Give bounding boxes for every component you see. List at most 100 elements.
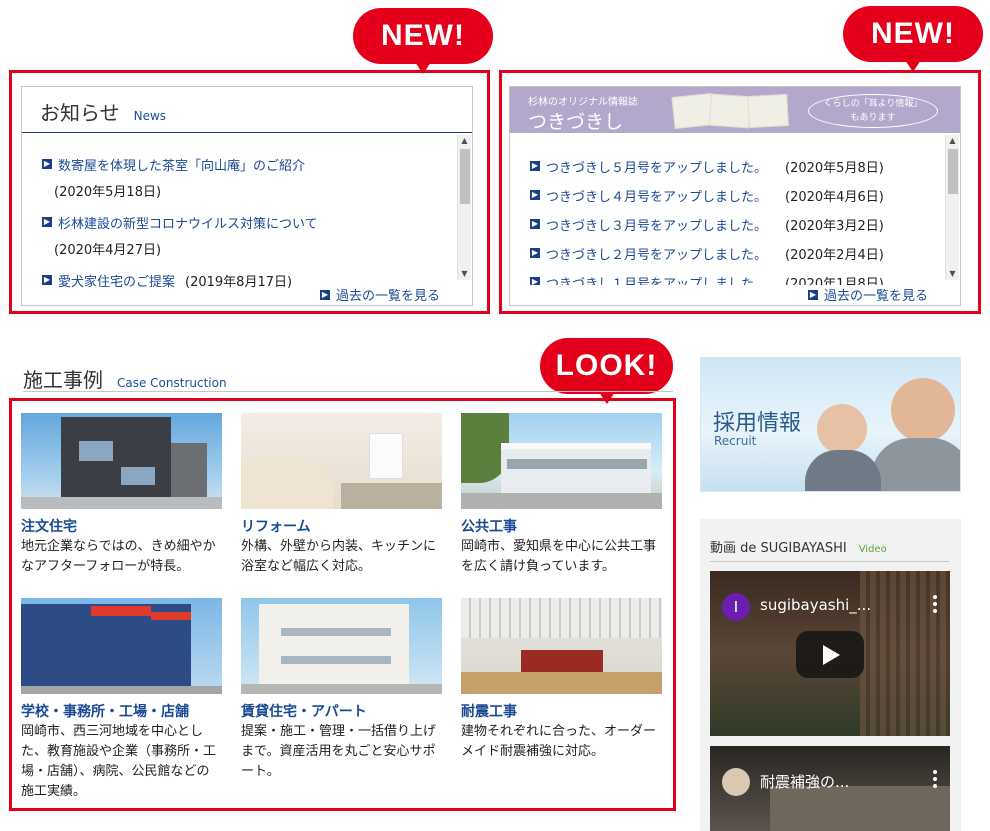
recruit-banner[interactable]: 採用情報 Recruit <box>700 357 961 492</box>
person-image <box>805 450 881 491</box>
video-title: 動画 de SUGIBAYASHI <box>710 541 847 556</box>
new-badge: NEW! <box>843 6 983 72</box>
case-card-rental-housing[interactable]: 賃貸住宅・アパート 提案・施工・管理・一括借り上げまで。資産活用を丸ごと安心サポ… <box>241 598 442 782</box>
case-image[interactable] <box>21 598 222 694</box>
case-title: 施工事例 <box>23 368 103 392</box>
case-title[interactable]: 賃貸住宅・アパート <box>241 701 442 721</box>
tsukizukishi-link[interactable]: つきづきし２月号をアップしました。 <box>546 244 767 263</box>
scroll-down-icon[interactable]: ▼ <box>946 268 959 280</box>
tsukizukishi-subtitle: 杉林のオリジナル情報誌 <box>528 97 638 108</box>
section-divider <box>23 391 673 392</box>
arrow-right-icon: ▶ <box>530 248 540 258</box>
case-card-public-works[interactable]: 公共工事 岡崎市、愛知県を中心に公共工事を広く請け負っています。 <box>461 413 662 577</box>
list-item[interactable]: ▶ 数寄屋を体現した茶室「向山庵」のご紹介 <box>42 155 452 174</box>
tsukizukishi-link[interactable]: つきづきし５月号をアップしました。 <box>546 157 767 176</box>
person-image <box>817 404 867 454</box>
tsukizukishi-link[interactable]: つきづきし１月号をアップしました。 <box>546 273 767 285</box>
list-item[interactable]: ▶ 杉林建設の新型コロナウイルス対策について <box>42 213 452 232</box>
news-link[interactable]: 数寄屋を体現した茶室「向山庵」のご紹介 <box>58 155 305 174</box>
case-title[interactable]: 注文住宅 <box>21 516 222 536</box>
tsukizukishi-date: (2020年5月8日) <box>785 161 884 176</box>
recruit-title: 採用情報 <box>713 411 802 436</box>
news-title-en: News <box>133 109 167 123</box>
news-panel: お知らせ News ▶ 数寄屋を体現した茶室「向山庵」のご紹介 (2020年5月… <box>21 86 473 306</box>
arrow-right-icon: ▶ <box>530 190 540 200</box>
list-item[interactable]: ▶ つきづきし１月号をアップしました。 (2020年1月8日) <box>530 273 940 285</box>
video-section: 動画 de SUGIBAYASHI Video I sugibayashi_..… <box>700 519 961 831</box>
news-list: ▶ 数寄屋を体現した茶室「向山庵」のご紹介 (2020年5月18日) ▶ 杉林建… <box>42 155 452 290</box>
video-title[interactable]: 耐震補強の... <box>760 771 849 792</box>
tsukizukishi-scrollbar[interactable]: ▲ ▼ <box>945 135 959 280</box>
news-link[interactable]: 杉林建設の新型コロナウイルス対策について <box>58 213 318 232</box>
tsukizukishi-date: (2020年4月6日) <box>785 190 884 205</box>
new-badge: NEW! <box>353 8 493 74</box>
more-options-icon[interactable] <box>933 595 937 616</box>
magazine-cover-image <box>747 93 789 129</box>
arrow-right-icon: ▶ <box>530 161 540 171</box>
arrow-right-icon: ▶ <box>320 289 330 300</box>
channel-avatar[interactable]: I <box>722 593 750 621</box>
news-more-link[interactable]: ▶ 過去の一覧を見る <box>320 285 440 304</box>
case-title[interactable]: 公共工事 <box>461 516 662 536</box>
section-divider <box>710 561 949 562</box>
news-date: (2019年8月17日) <box>185 275 293 290</box>
tsukizukishi-list: ▶ つきづきし５月号をアップしました。 (2020年5月8日) ▶ つきづきし４… <box>530 157 940 285</box>
list-item[interactable]: ▶ つきづきし２月号をアップしました。 (2020年2月4日) <box>530 244 940 273</box>
list-item[interactable]: ▶ つきづきし５月号をアップしました。 (2020年5月8日) <box>530 157 940 186</box>
look-badge: LOOK! <box>540 338 673 404</box>
case-description: 提案・施工・管理・一括借り上げまで。資産活用を丸ごと安心サポート。 <box>241 724 437 779</box>
list-item[interactable]: ▶ つきづきし４月号をアップしました。 (2020年4月6日) <box>530 186 940 215</box>
case-image[interactable] <box>461 598 662 694</box>
channel-avatar[interactable] <box>722 768 750 796</box>
person-image <box>871 438 960 491</box>
tsukizukishi-link[interactable]: つきづきし３月号をアップしました。 <box>546 215 767 234</box>
case-title[interactable]: 学校・事務所・工場・店舗 <box>21 701 222 721</box>
video-player[interactable]: 耐震補強の... <box>710 746 950 831</box>
video-title-en: Video <box>858 544 887 555</box>
case-description: 地元企業ならではの、きめ細やかなアフターフォローが特長。 <box>21 539 216 574</box>
tsukizukishi-more-label[interactable]: 過去の一覧を見る <box>824 285 928 304</box>
case-title[interactable]: リフォーム <box>241 516 442 536</box>
arrow-right-icon: ▶ <box>530 219 540 229</box>
list-item[interactable]: ▶ つきづきし３月号をアップしました。 (2020年3月2日) <box>530 215 940 244</box>
recruit-title-en: Recruit <box>714 434 757 448</box>
case-title-en: Case Construction <box>117 376 227 390</box>
tsukizukishi-link[interactable]: つきづきし４月号をアップしました。 <box>546 186 767 205</box>
magazine-cover-image <box>708 93 752 129</box>
arrow-right-icon: ▶ <box>42 217 52 227</box>
arrow-right-icon: ▶ <box>42 159 52 169</box>
tsukizukishi-date: (2020年3月2日) <box>785 219 884 234</box>
news-scrollbar[interactable]: ▲ ▼ <box>457 135 471 280</box>
case-description: 岡崎市、愛知県を中心に公共工事を広く請け負っています。 <box>461 539 657 574</box>
case-description: 建物それぞれに合った、オーダーメイド耐震補強に対応。 <box>461 724 657 759</box>
case-image[interactable] <box>461 413 662 509</box>
video-player[interactable]: I sugibayashi_... <box>710 571 950 736</box>
case-card-reform[interactable]: リフォーム 外構、外壁から内装、キッチンに浴室など幅広く対応。 <box>241 413 442 577</box>
case-description: 外構、外壁から内装、キッチンに浴室など幅広く対応。 <box>241 539 437 574</box>
scroll-thumb[interactable] <box>460 149 470 204</box>
play-button[interactable] <box>796 631 864 678</box>
arrow-right-icon: ▶ <box>42 275 52 285</box>
arrow-right-icon: ▶ <box>530 277 540 285</box>
scroll-down-icon[interactable]: ▼ <box>458 268 471 280</box>
scroll-up-icon[interactable]: ▲ <box>946 135 959 147</box>
more-options-icon[interactable] <box>933 770 937 791</box>
case-image[interactable] <box>21 413 222 509</box>
news-date: (2020年5月18日) <box>54 185 162 200</box>
case-card-school-office[interactable]: 学校・事務所・工場・店舗 岡崎市、西三河地域を中心とした、教育施設や企業（事務所… <box>21 598 222 802</box>
video-title[interactable]: sugibayashi_... <box>760 596 871 614</box>
tsukizukishi-info-oval: くらしの「耳より情報」 もあります <box>808 94 938 128</box>
news-more-label[interactable]: 過去の一覧を見る <box>336 285 440 304</box>
case-image[interactable] <box>241 598 442 694</box>
case-image[interactable] <box>241 413 442 509</box>
tsukizukishi-header: 杉林のオリジナル情報誌 つきづきし くらしの「耳より情報」 もあります <box>510 87 960 133</box>
oval-line: もあります <box>850 113 896 123</box>
tsukizukishi-more-link[interactable]: ▶ 過去の一覧を見る <box>808 285 928 304</box>
scroll-up-icon[interactable]: ▲ <box>458 135 471 147</box>
case-card-seismic[interactable]: 耐震工事 建物それぞれに合った、オーダーメイド耐震補強に対応。 <box>461 598 662 762</box>
news-link[interactable]: 愛犬家住宅のご提案 <box>58 271 175 290</box>
case-card-custom-house[interactable]: 注文住宅 地元企業ならではの、きめ細やかなアフターフォローが特長。 <box>21 413 222 577</box>
news-header: お知らせ News <box>22 87 472 133</box>
scroll-thumb[interactable] <box>948 149 958 194</box>
case-title[interactable]: 耐震工事 <box>461 701 662 721</box>
